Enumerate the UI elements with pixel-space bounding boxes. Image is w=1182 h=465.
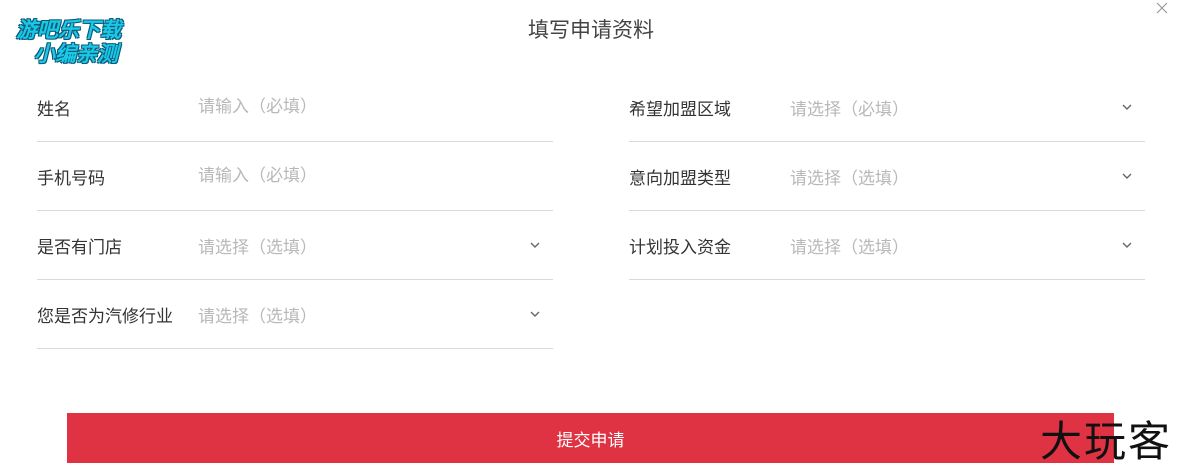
name-field-row: 姓名 xyxy=(37,73,553,142)
store-field-row[interactable]: 是否有门店 请选择（选填） xyxy=(37,211,553,280)
chevron-down-icon[interactable] xyxy=(527,306,543,322)
phone-input[interactable] xyxy=(198,166,553,186)
store-label: 是否有门店 xyxy=(37,237,122,258)
auto-repair-field-row[interactable]: 您是否为汽修行业 请选择（选填） xyxy=(37,280,553,349)
chevron-down-icon[interactable] xyxy=(1119,99,1135,115)
franchise-type-label: 意向加盟类型 xyxy=(629,168,731,189)
region-field-row[interactable]: 希望加盟区域 请选择（必填） xyxy=(629,73,1145,142)
submit-button[interactable]: 提交申请 xyxy=(67,413,1114,463)
close-button[interactable] xyxy=(1154,0,1170,16)
watermark: 大玩客 xyxy=(1039,417,1172,465)
investment-label: 计划投入资金 xyxy=(629,237,731,258)
investment-field-row[interactable]: 计划投入资金 请选择（选填） xyxy=(629,211,1145,280)
chevron-down-icon[interactable] xyxy=(527,237,543,253)
chevron-down-icon[interactable] xyxy=(1119,168,1135,184)
store-select[interactable]: 请选择（选填） xyxy=(198,233,527,258)
dialog-title: 填写申请资料 xyxy=(528,18,654,42)
chevron-down-icon[interactable] xyxy=(1119,237,1135,253)
phone-label: 手机号码 xyxy=(37,168,105,189)
franchise-type-field-row[interactable]: 意向加盟类型 请选择（选填） xyxy=(629,142,1145,211)
close-icon xyxy=(1154,0,1170,16)
region-select[interactable]: 请选择（必填） xyxy=(790,95,1119,120)
phone-field-row: 手机号码 xyxy=(37,142,553,211)
franchise-type-select[interactable]: 请选择（选填） xyxy=(790,164,1119,189)
auto-repair-label: 您是否为汽修行业 xyxy=(37,306,173,327)
auto-repair-select[interactable]: 请选择（选填） xyxy=(198,302,527,327)
investment-select[interactable]: 请选择（选填） xyxy=(790,233,1119,258)
name-input[interactable] xyxy=(198,97,553,117)
name-label: 姓名 xyxy=(37,99,71,120)
region-label: 希望加盟区域 xyxy=(629,99,731,120)
